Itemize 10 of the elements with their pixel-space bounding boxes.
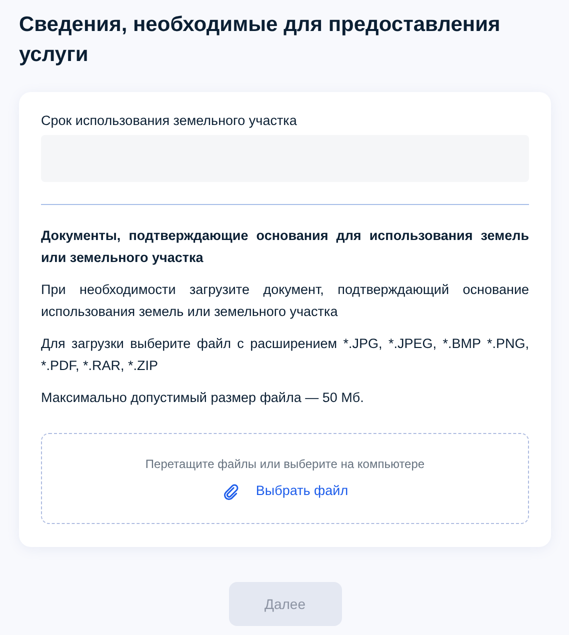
field-label: Срок использования земельного участка xyxy=(41,112,298,129)
paragraph: Для загрузки выберите файл с расширением *.JPG, *.JPEG, *.BMP *.PNG, *.PDF, *.RAR, *.ZIP xyxy=(41,335,529,375)
file-dropzone[interactable]: Перетащите файлы или выберите на компьютере Выбрать файл xyxy=(41,433,529,524)
paragraph: При необходимости загрузите документ, подтверждающий основание использования земель или земельного участка xyxy=(41,281,529,321)
paperclip-icon xyxy=(222,482,240,500)
section-heading: Документы, подтверждающие основания для использования земель или земельного участка xyxy=(41,227,529,267)
paragraph: Максимально допустимый размер файла — 50 Мб. xyxy=(41,389,365,407)
choose-file-link[interactable]: Выбрать файл xyxy=(256,481,348,502)
dropzone-hint: Перетащите файлы или выберите на компьютере xyxy=(145,456,425,474)
page-title: Сведения, необходимые для предоставления услуги xyxy=(19,12,502,68)
